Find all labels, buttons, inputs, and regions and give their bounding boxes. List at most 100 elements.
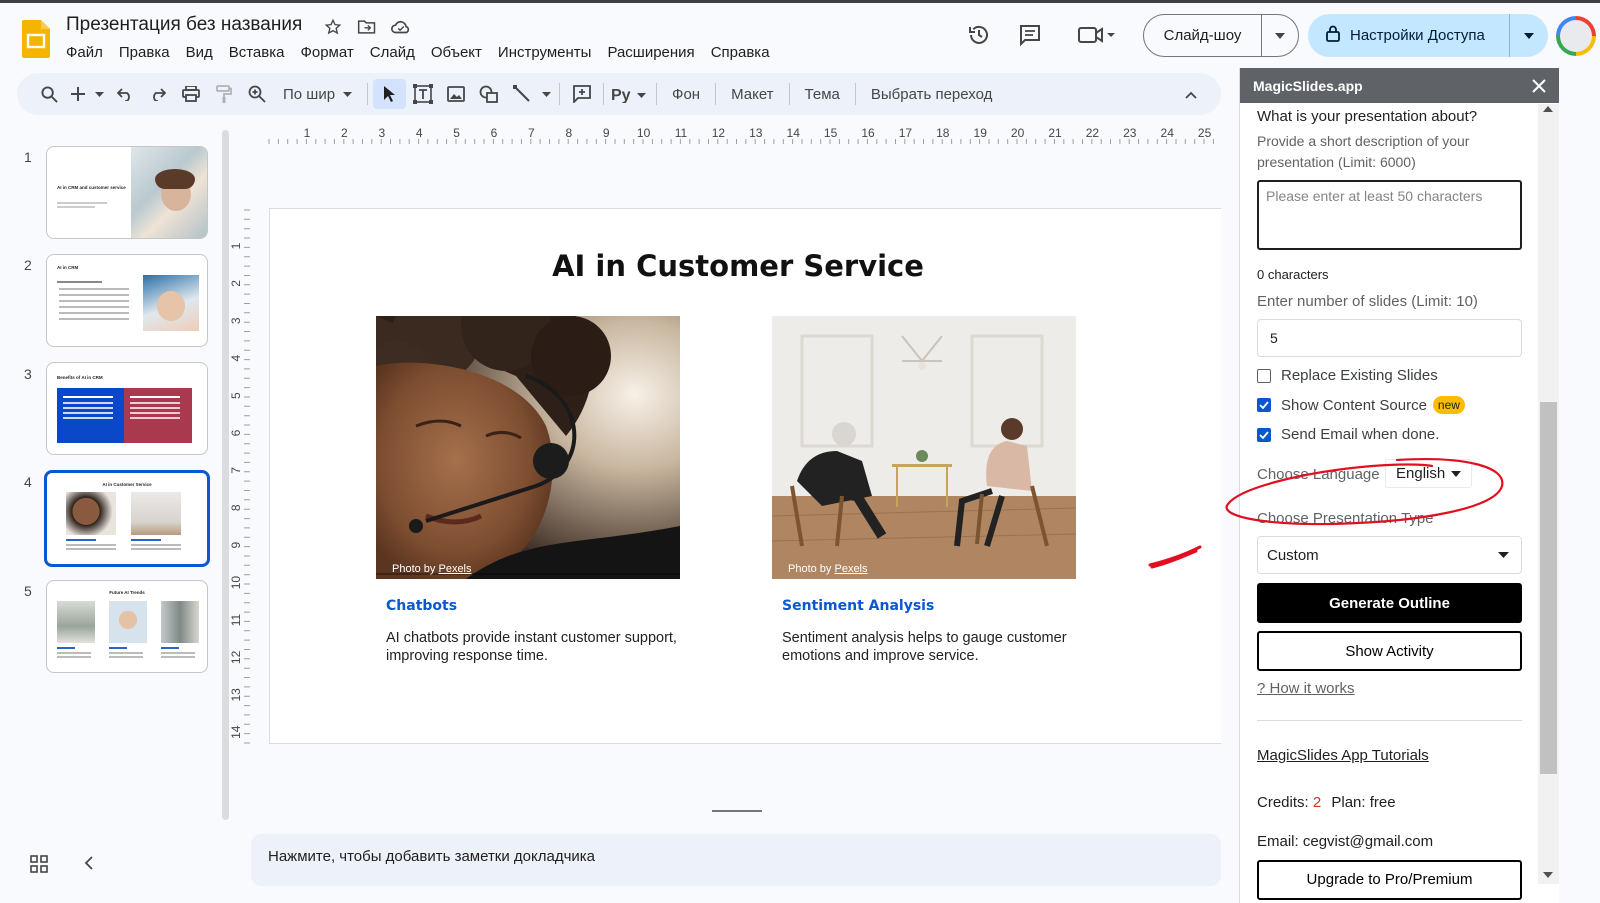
share-button[interactable]: Настройки Доступа — [1308, 14, 1548, 57]
print-icon[interactable] — [174, 79, 207, 109]
paint-format-icon[interactable] — [207, 79, 240, 109]
checkbox-box[interactable] — [1257, 398, 1271, 412]
select-cursor-icon[interactable] — [373, 79, 407, 109]
vertical-ruler[interactable]: 1234567891011121314 — [230, 208, 250, 748]
move-folder-icon[interactable] — [356, 16, 378, 38]
meet-camera-icon[interactable] — [1075, 22, 1119, 48]
menu-item[interactable]: Вставка — [221, 42, 293, 63]
chatbot-photo[interactable]: Photo by Pexels — [376, 316, 680, 579]
card-body-chatbots[interactable]: AI chatbots provide instant customer sup… — [386, 629, 686, 665]
email-value: cegvist@gmail.com — [1302, 833, 1434, 850]
transition-button[interactable]: Выбрать переход — [861, 79, 1003, 109]
close-icon[interactable] — [1529, 76, 1549, 96]
menu-item[interactable]: Файл — [66, 42, 111, 63]
presentation-type-select[interactable]: Custom — [1257, 536, 1522, 574]
comments-icon[interactable] — [1017, 22, 1043, 48]
new-slide-plus-icon[interactable] — [66, 79, 90, 109]
avatar[interactable] — [1556, 16, 1596, 56]
character-count: 0 characters — [1257, 267, 1329, 282]
slide-title[interactable]: AI in Customer Service — [270, 249, 1206, 283]
redo-icon[interactable] — [141, 79, 174, 109]
zoom-icon[interactable] — [240, 79, 273, 109]
thumb-photo — [66, 492, 116, 535]
show-activity-button[interactable]: Show Activity — [1257, 631, 1522, 671]
slide-canvas[interactable]: AI in Customer Service Photo by Pexels P… — [269, 208, 1221, 744]
document-title[interactable]: Презентация без названия — [66, 14, 302, 36]
panel-title: MagicSlides.app — [1240, 68, 1559, 103]
scroll-up-arrow-icon[interactable] — [1543, 106, 1553, 112]
checkbox-box[interactable] — [1257, 368, 1271, 383]
search-menus-icon[interactable] — [33, 79, 66, 109]
grid-view-icon[interactable] — [30, 855, 48, 878]
pexels-link[interactable]: Pexels — [438, 563, 471, 575]
topic-textarea[interactable]: Please enter at least 50 characters — [1257, 180, 1522, 250]
type-dropdown-icon — [1498, 552, 1509, 558]
theme-button[interactable]: Тема — [795, 79, 850, 109]
generate-outline-button[interactable]: Generate Outline — [1257, 583, 1522, 623]
card-heading-chatbots[interactable]: Chatbots — [386, 598, 457, 614]
share-dropdown-icon[interactable] — [1510, 14, 1548, 57]
menu-item[interactable]: Объект — [423, 42, 490, 63]
zoom-select[interactable]: По шир — [273, 79, 362, 109]
language-select[interactable]: English — [1385, 459, 1473, 488]
send-email-checkbox[interactable]: Send Email when done. — [1257, 426, 1439, 443]
background-button[interactable]: Фон — [662, 79, 710, 109]
slide-thumbnail-3[interactable]: Benefits of AI in CRM — [46, 362, 208, 455]
slide-thumbnail-5[interactable]: Future AI Trends — [46, 580, 208, 673]
ruler-tick-label: 5 — [230, 392, 243, 399]
credits-line: Credits: 2 Plan: free — [1257, 794, 1396, 811]
insert-image-icon[interactable] — [439, 79, 472, 109]
slides-logo-icon[interactable] — [22, 20, 50, 58]
ruler-tick-label: 22 — [1086, 126, 1100, 140]
upgrade-button[interactable]: Upgrade to Pro/Premium — [1257, 860, 1522, 900]
text-box-icon[interactable] — [406, 79, 439, 109]
replace-slides-checkbox[interactable]: Replace Existing Slides — [1257, 367, 1438, 384]
menu-item[interactable]: Справка — [703, 42, 778, 63]
sentiment-photo[interactable]: Photo by Pexels — [772, 316, 1076, 579]
menu-item[interactable]: Формат — [292, 42, 361, 63]
slide-thumbnail-2[interactable]: AI in CRM — [46, 254, 208, 347]
how-it-works-link[interactable]: ? How it works — [1257, 680, 1355, 697]
new-slide-dropdown-icon[interactable] — [90, 79, 108, 109]
slideshow-button[interactable]: Слайд-шоу — [1143, 14, 1299, 57]
version-history-icon[interactable] — [966, 22, 992, 48]
ruler-tick-label: 25 — [1198, 126, 1212, 140]
ruler-tick-label: 13 — [749, 126, 763, 140]
scroll-down-arrow-icon[interactable] — [1543, 872, 1553, 878]
ruler-tick-label: 2 — [230, 280, 243, 287]
slides-count-input[interactable]: 5 — [1257, 319, 1522, 357]
thumb-blue-block — [57, 388, 124, 443]
menu-item[interactable]: Вид — [178, 42, 221, 63]
card-heading-sentiment[interactable]: Sentiment Analysis — [782, 598, 934, 614]
line-dropdown-icon[interactable] — [538, 79, 554, 109]
filmstrip-scrollbar[interactable] — [222, 130, 229, 820]
notes-resize-handle[interactable] — [712, 810, 762, 812]
content-source-checkbox[interactable]: Show Content Source new — [1257, 396, 1465, 414]
panel-scrollbar[interactable] — [1538, 104, 1559, 884]
collapse-chevron-up-icon[interactable] — [1179, 83, 1203, 107]
slide-thumbnail-1[interactable]: AI in CRM and customer service — [46, 146, 208, 239]
undo-icon[interactable] — [108, 79, 141, 109]
layout-button[interactable]: Макет — [721, 79, 783, 109]
tutorials-link[interactable]: MagicSlides App Tutorials — [1257, 747, 1429, 764]
checkbox-box[interactable] — [1257, 427, 1271, 442]
line-icon[interactable] — [505, 79, 538, 109]
slideshow-label[interactable]: Слайд-шоу — [1144, 15, 1262, 56]
input-tools-icon[interactable]: Рy — [609, 79, 651, 109]
card-body-sentiment[interactable]: Sentiment analysis helps to gauge custom… — [782, 629, 1082, 665]
panel-scroll-thumb[interactable] — [1540, 402, 1557, 774]
cloud-saved-icon[interactable] — [390, 16, 412, 38]
slide-thumbnail-4[interactable]: AI in Customer Service — [44, 470, 210, 567]
add-comment-icon[interactable] — [565, 79, 598, 109]
menu-item[interactable]: Расширения — [599, 42, 702, 63]
pexels-link[interactable]: Pexels — [834, 563, 867, 575]
menu-item[interactable]: Слайд — [362, 42, 423, 63]
horizontal-ruler[interactable]: 1 2 3 4 5 6 7 8 9 10 11 12 13 14 15 16 17 18 19 20 21 22 23 24 2… — [251, 122, 1221, 144]
speaker-notes[interactable]: Нажмите, чтобы добавить заметки докладчи… — [251, 834, 1221, 886]
shape-icon[interactable] — [472, 79, 505, 109]
collapse-filmstrip-icon[interactable] — [83, 855, 95, 876]
menu-item[interactable]: Инструменты — [490, 42, 600, 63]
star-icon[interactable] — [322, 16, 344, 38]
menu-item[interactable]: Правка — [111, 42, 178, 63]
slideshow-dropdown-icon[interactable] — [1262, 15, 1298, 56]
